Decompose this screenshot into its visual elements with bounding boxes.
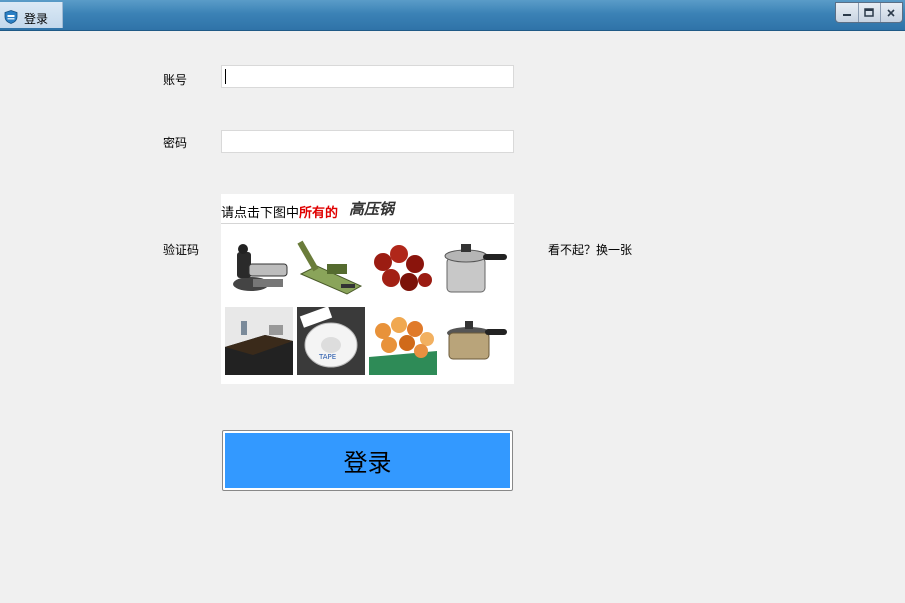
password-label: 密码 xyxy=(163,136,188,150)
maximize-icon xyxy=(864,7,874,17)
captcha-tile-stapler-icon[interactable] xyxy=(225,234,293,302)
captcha-tile-paper-cutter-icon[interactable] xyxy=(297,234,365,302)
captcha-image: 请点击下图中所有的 高压锅 TAPE xyxy=(221,194,514,384)
account-label: 账号 xyxy=(163,73,188,87)
close-icon xyxy=(887,8,895,17)
title-tab: 登录 xyxy=(0,2,63,28)
password-input[interactable] xyxy=(221,130,514,153)
account-input[interactable] xyxy=(221,65,514,88)
captcha-instruction: 请点击下图中所有的 xyxy=(221,206,339,221)
captcha-label: 验证码 xyxy=(163,243,200,257)
login-button-face: 登录 xyxy=(225,433,510,488)
window-controls xyxy=(835,2,903,23)
captcha-refresh-link[interactable]: 看不起？换一张 xyxy=(548,241,632,258)
captcha-tile-red-dates-icon[interactable] xyxy=(369,234,437,302)
close-button[interactable] xyxy=(880,3,902,22)
shield-app-icon xyxy=(4,10,18,24)
captcha-tile-office-desks-icon[interactable] xyxy=(225,307,293,375)
minimize-button[interactable] xyxy=(836,3,859,22)
minimize-icon xyxy=(843,13,851,16)
svg-text:TAPE: TAPE xyxy=(318,353,336,361)
captcha-tile-pressure-cooker-icon[interactable] xyxy=(441,234,509,302)
captcha-tile-pressure-cooker-2-icon[interactable] xyxy=(441,307,509,375)
text-cursor xyxy=(225,69,226,84)
captcha-header: 请点击下图中所有的 高压锅 xyxy=(221,194,514,224)
window-title: 登录 xyxy=(24,12,49,26)
captcha-tile-tape-roll-icon[interactable]: TAPE xyxy=(297,307,365,375)
maximize-button[interactable] xyxy=(858,3,881,22)
window-titlebar[interactable]: 登录 xyxy=(0,0,905,31)
login-button[interactable]: 登录 xyxy=(222,430,513,491)
captcha-tile-candied-fruit-icon[interactable] xyxy=(369,307,437,375)
captcha-target-word: 高压锅 xyxy=(349,200,395,218)
login-button-label: 登录 xyxy=(343,449,392,477)
captcha-highlight: 所有的 xyxy=(299,206,339,221)
